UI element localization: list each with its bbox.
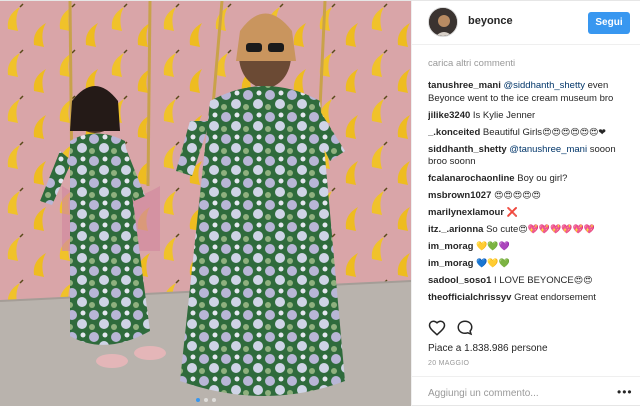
carousel-indicator: [0, 398, 411, 402]
post-header: beyonce Segui: [412, 1, 640, 45]
photo-illustration: [0, 1, 411, 406]
comment-emoji: ❌: [506, 208, 518, 218]
comment-input[interactable]: [428, 384, 606, 402]
comment-mention-link[interactable]: @siddhanth_shetty: [504, 80, 585, 91]
avatar-image: [429, 8, 457, 36]
action-bar: [428, 319, 628, 337]
comment-item: msbrown1027 😍😍😍😍😍: [428, 190, 634, 203]
comment-mention-link[interactable]: @tanushree_mani: [509, 144, 587, 155]
comment-item: marilynexlamour ❌: [428, 207, 634, 220]
comment-username[interactable]: _.konceited: [428, 127, 480, 138]
comment-username[interactable]: im_morag: [428, 241, 473, 252]
comment-username[interactable]: msbrown1027: [428, 190, 491, 201]
comment-username[interactable]: theofficialchrissyv: [428, 292, 511, 303]
comment-username[interactable]: tanushree_mani: [428, 80, 501, 91]
heart-icon[interactable]: [428, 319, 446, 337]
comment-text: Great endorsement: [514, 292, 596, 303]
comment-username[interactable]: siddhanth_shetty: [428, 144, 507, 155]
comments-list: carica altri commenti tanushree_mani @si…: [428, 58, 634, 310]
post-date: 20 MAGGIO: [428, 360, 470, 367]
post-photo[interactable]: [0, 1, 411, 406]
avatar[interactable]: [428, 7, 458, 37]
comment-emoji: 😍😍😍😍😍: [494, 191, 541, 201]
comment-username[interactable]: marilynexlamour: [428, 207, 504, 218]
carousel-dot[interactable]: [203, 398, 208, 402]
load-more-comments-link[interactable]: carica altri commenti: [428, 58, 634, 69]
ellipsis-icon[interactable]: •••: [617, 386, 633, 398]
comment-container: tanushree_mani @siddhanth_shetty even Be…: [428, 80, 634, 305]
comment-item: sadool_soso1 I LOVE BEYONCE😍😍: [428, 275, 634, 288]
username[interactable]: beyonce: [468, 15, 513, 27]
instagram-post: beyonce Segui carica altri commenti tanu…: [0, 0, 640, 406]
follow-button[interactable]: Segui: [588, 12, 630, 34]
post-side-panel: beyonce Segui carica altri commenti tanu…: [411, 1, 640, 406]
comment-emoji: 😍😍: [573, 276, 593, 286]
comment-emoji: 💙💛💚: [476, 259, 510, 269]
add-comment-bar: •••: [412, 376, 640, 406]
comment-item: im_morag 💙💛💚: [428, 258, 634, 271]
comment-username[interactable]: jilike3240: [428, 110, 470, 121]
comment-item: fcalanarochaonline Boy ou girl?: [428, 173, 634, 186]
comment-username[interactable]: fcalanarochaonline: [428, 173, 515, 184]
comment-emoji: 💛💚💜: [476, 242, 510, 252]
carousel-dot[interactable]: [195, 398, 200, 402]
comment-item: jilike3240 Is Kylie Jenner: [428, 110, 634, 123]
comment-item: tanushree_mani @siddhanth_shetty even Be…: [428, 80, 634, 105]
comment-text: So cute: [486, 224, 519, 235]
comment-emoji: 😍😍😍😍😍😍❤: [542, 127, 606, 138]
comment-username[interactable]: sadool_soso1: [428, 275, 491, 286]
comment-username[interactable]: itz._.arionna: [428, 224, 483, 235]
comment-item: siddhanth_shetty @tanushree_mani sooon b…: [428, 144, 634, 169]
comment-text: Is Kylie Jenner: [472, 109, 536, 121]
speech-bubble-icon[interactable]: [456, 319, 474, 337]
likes-count[interactable]: Piace a 1.838.986 persone: [428, 343, 548, 354]
comment-emoji: 😍💖💖💖💖💖💖: [518, 225, 595, 235]
comment-item: im_morag 💛💚💜: [428, 241, 634, 254]
comment-text: Beautiful Girls: [482, 126, 543, 138]
comment-item: _.konceited Beautiful Girls😍😍😍😍😍😍❤: [428, 127, 634, 140]
comment-item: theofficialchrissyv Great endorsement: [428, 292, 634, 305]
comment-text: Boy ou girl?: [517, 173, 568, 184]
carousel-dot[interactable]: [211, 398, 216, 402]
comment-item: itz._.arionna So cute😍💖💖💖💖💖💖: [428, 224, 634, 237]
comment-username[interactable]: im_morag: [428, 258, 473, 269]
comment-text: I LOVE BEYONCE: [494, 275, 574, 286]
